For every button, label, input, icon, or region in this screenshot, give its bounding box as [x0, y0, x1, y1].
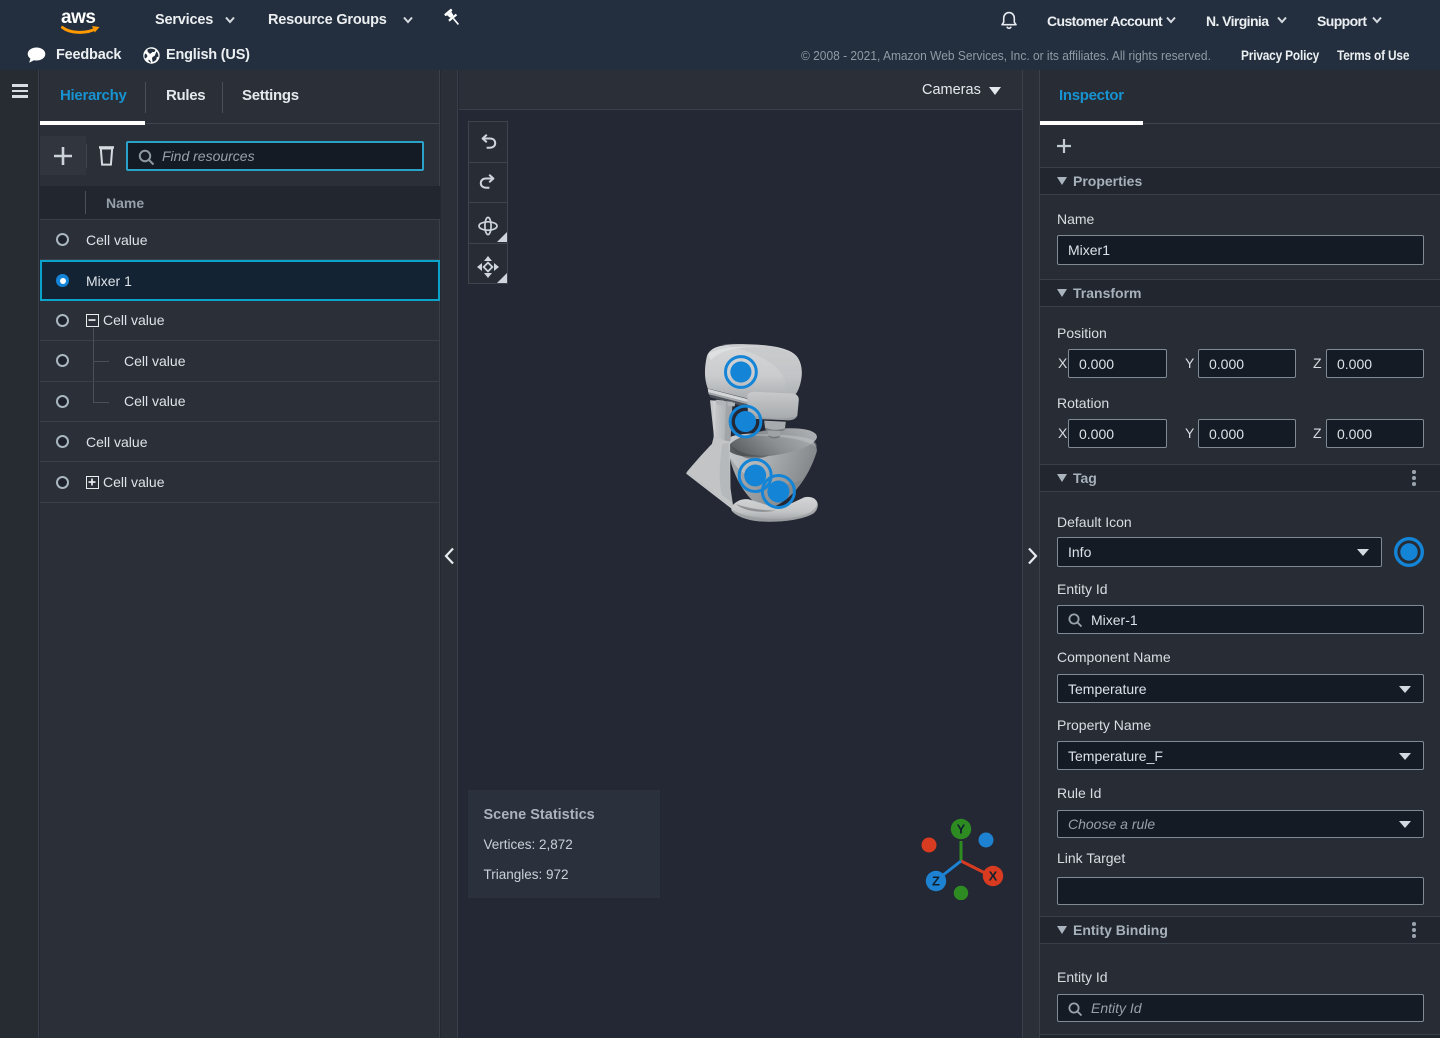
svg-text:X: X	[989, 869, 998, 884]
svg-text:aws: aws	[61, 7, 95, 28]
svg-text:Z: Z	[932, 874, 940, 889]
svg-text:Y: Y	[957, 822, 966, 837]
